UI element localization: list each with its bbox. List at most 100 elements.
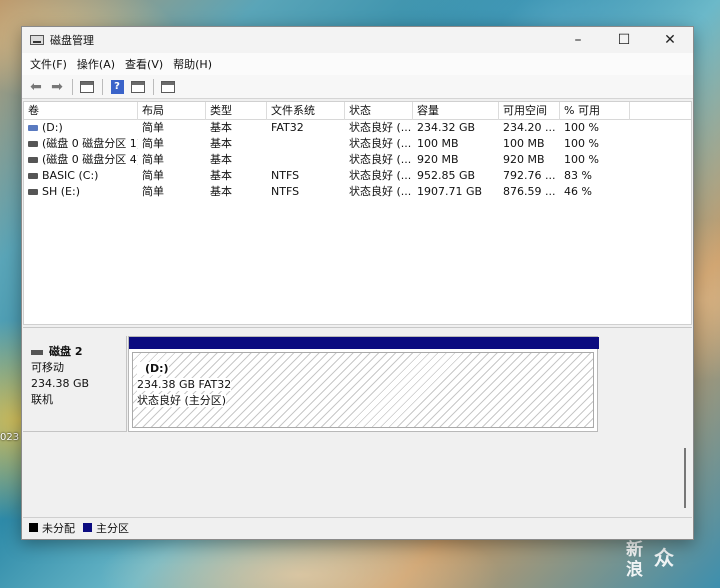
table-row[interactable]: BASIC (C:) 简单 基本 NTFS 状态良好 (... 952.85 G…	[24, 168, 691, 184]
primary-partition-bar	[129, 337, 599, 349]
status-cell: 状态良好 (...	[349, 137, 412, 150]
vertical-scrollbar[interactable]	[684, 448, 686, 508]
free-space-cell: 100 MB	[503, 137, 545, 150]
column-header-type[interactable]: 类型	[206, 102, 267, 120]
capacity-cell: 920 MB	[417, 153, 459, 166]
type-cell: 基本	[210, 137, 232, 150]
layout-cell: 简单	[142, 121, 164, 134]
unallocated-swatch	[29, 523, 38, 532]
primary-partition-swatch	[83, 523, 92, 532]
volume-cell: (磁盘 0 磁盘分区 4)	[24, 152, 138, 168]
action-pane-icon	[131, 80, 145, 93]
volume-cell: BASIC (C:)	[24, 168, 138, 184]
partition-size-fs: 234.38 GB FAT32	[137, 378, 232, 391]
drive-icon	[28, 189, 38, 195]
usb-drive-icon	[28, 125, 38, 131]
partition-status: 状态良好 (主分区)	[137, 394, 227, 407]
percent-free-cell: 83 %	[564, 169, 592, 182]
properties-button[interactable]	[158, 77, 178, 97]
forward-button[interactable]: ➡	[47, 77, 67, 97]
watermark: 新 浪 众	[626, 540, 716, 584]
properties-icon	[161, 80, 175, 93]
legend: 未分配 主分区	[23, 517, 692, 537]
help-icon: ?	[110, 79, 124, 94]
drive-icon	[28, 141, 38, 147]
volume-name: (磁盘 0 磁盘分区 1)	[42, 137, 138, 150]
layout-cell: 简单	[142, 169, 164, 182]
minimize-button[interactable]: –	[555, 27, 601, 53]
filesystem-cell: NTFS	[271, 169, 300, 182]
back-button[interactable]: ⬅	[26, 77, 46, 97]
capacity-cell: 100 MB	[417, 137, 459, 150]
removable-disk-icon	[31, 349, 43, 355]
volume-list: 卷 布局 类型 文件系统 状态 容量 可用空间 % 可用 (D:) 简单 基本 …	[23, 101, 692, 325]
arrow-right-icon: ➡	[51, 78, 63, 95]
filesystem-cell	[267, 136, 345, 152]
desktop-icon-label[interactable]: 023	[0, 432, 19, 443]
table-row[interactable]: (磁盘 0 磁盘分区 4) 简单 基本 状态良好 (... 920 MB 920…	[24, 152, 691, 168]
arrow-left-icon: ⬅	[30, 78, 42, 95]
volume-cell: (磁盘 0 磁盘分区 1)	[24, 136, 138, 152]
drive-icon	[28, 157, 38, 163]
volume-list-header: 卷 布局 类型 文件系统 状态 容量 可用空间 % 可用	[24, 102, 691, 120]
volume-cell: SH (E:)	[24, 184, 138, 200]
window-controls: – ☐ ✕	[555, 27, 693, 53]
type-cell: 基本	[210, 169, 232, 182]
action-pane-button[interactable]	[128, 77, 148, 97]
menu-view[interactable]: 查看(V)	[121, 56, 167, 72]
table-row[interactable]: (磁盘 0 磁盘分区 1) 简单 基本 状态良好 (... 100 MB 100…	[24, 136, 691, 152]
free-space-cell: 792.76 ...	[503, 169, 556, 182]
layout-cell: 简单	[142, 137, 164, 150]
column-header-percent-free[interactable]: % 可用	[560, 102, 630, 120]
show-hide-console-tree-button[interactable]	[77, 77, 97, 97]
help-button[interactable]: ?	[107, 77, 127, 97]
layout-cell: 简单	[142, 185, 164, 198]
table-row[interactable]: (D:) 简单 基本 FAT32 状态良好 (... 234.32 GB 234…	[24, 120, 691, 136]
volume-cell: (D:)	[24, 120, 138, 136]
column-header-volume[interactable]: 卷	[24, 102, 138, 120]
maximize-button[interactable]: ☐	[601, 27, 647, 53]
disk-graphical-view: 磁盘 2 可移动 234.38 GB 联机 (D:) 234.38 GB FAT…	[23, 327, 692, 515]
partition-label: (D:)	[137, 362, 169, 375]
toolbar-separator	[72, 78, 73, 95]
status-cell: 状态良好 (...	[349, 169, 412, 182]
close-button[interactable]: ✕	[647, 27, 693, 53]
column-header-filesystem[interactable]: 文件系统	[267, 102, 345, 120]
disk-name: 磁盘 2	[49, 345, 83, 358]
volume-name: (磁盘 0 磁盘分区 4)	[42, 153, 138, 166]
table-row[interactable]: SH (E:) 简单 基本 NTFS 状态良好 (... 1907.71 GB …	[24, 184, 691, 200]
type-cell: 基本	[210, 121, 232, 134]
partition-block[interactable]: (D:) 234.38 GB FAT32 状态良好 (主分区)	[128, 336, 599, 432]
title-bar[interactable]: 磁盘管理 – ☐ ✕	[22, 27, 693, 53]
free-space-cell: 876.59 ...	[503, 185, 556, 198]
status-cell: 状态良好 (...	[349, 121, 412, 134]
menu-help[interactable]: 帮助(H)	[169, 56, 216, 72]
status-cell: 状态良好 (...	[349, 185, 412, 198]
volume-name: BASIC (C:)	[42, 169, 99, 182]
partition-details[interactable]: (D:) 234.38 GB FAT32 状态良好 (主分区)	[132, 352, 594, 428]
free-space-cell: 920 MB	[503, 153, 545, 166]
disk-type: 可移动	[31, 361, 64, 374]
drive-icon	[28, 173, 38, 179]
free-space-cell: 234.20 ...	[503, 121, 556, 134]
disk-status: 联机	[31, 393, 53, 406]
percent-free-cell: 100 %	[564, 153, 599, 166]
column-header-layout[interactable]: 布局	[138, 102, 206, 120]
console-tree-icon	[80, 80, 94, 93]
column-header-free-space[interactable]: 可用空间	[499, 102, 560, 120]
toolbar-separator	[102, 78, 103, 95]
legend-unallocated: 未分配	[42, 521, 75, 535]
filesystem-cell: FAT32	[271, 121, 304, 134]
disk-info-panel[interactable]: 磁盘 2 可移动 234.38 GB 联机	[23, 336, 127, 432]
menu-action[interactable]: 操作(A)	[73, 56, 119, 72]
type-cell: 基本	[210, 185, 232, 198]
volume-name: SH (E:)	[42, 185, 80, 198]
column-header-capacity[interactable]: 容量	[413, 102, 499, 120]
column-header-status[interactable]: 状态	[345, 102, 413, 120]
filesystem-cell: NTFS	[271, 185, 300, 198]
disk-size: 234.38 GB	[31, 377, 90, 390]
legend-primary-partition: 主分区	[96, 521, 129, 535]
menu-file[interactable]: 文件(F)	[26, 56, 71, 72]
toolbar-separator	[153, 78, 154, 95]
menu-bar: 文件(F) 操作(A) 查看(V) 帮助(H)	[22, 53, 693, 75]
